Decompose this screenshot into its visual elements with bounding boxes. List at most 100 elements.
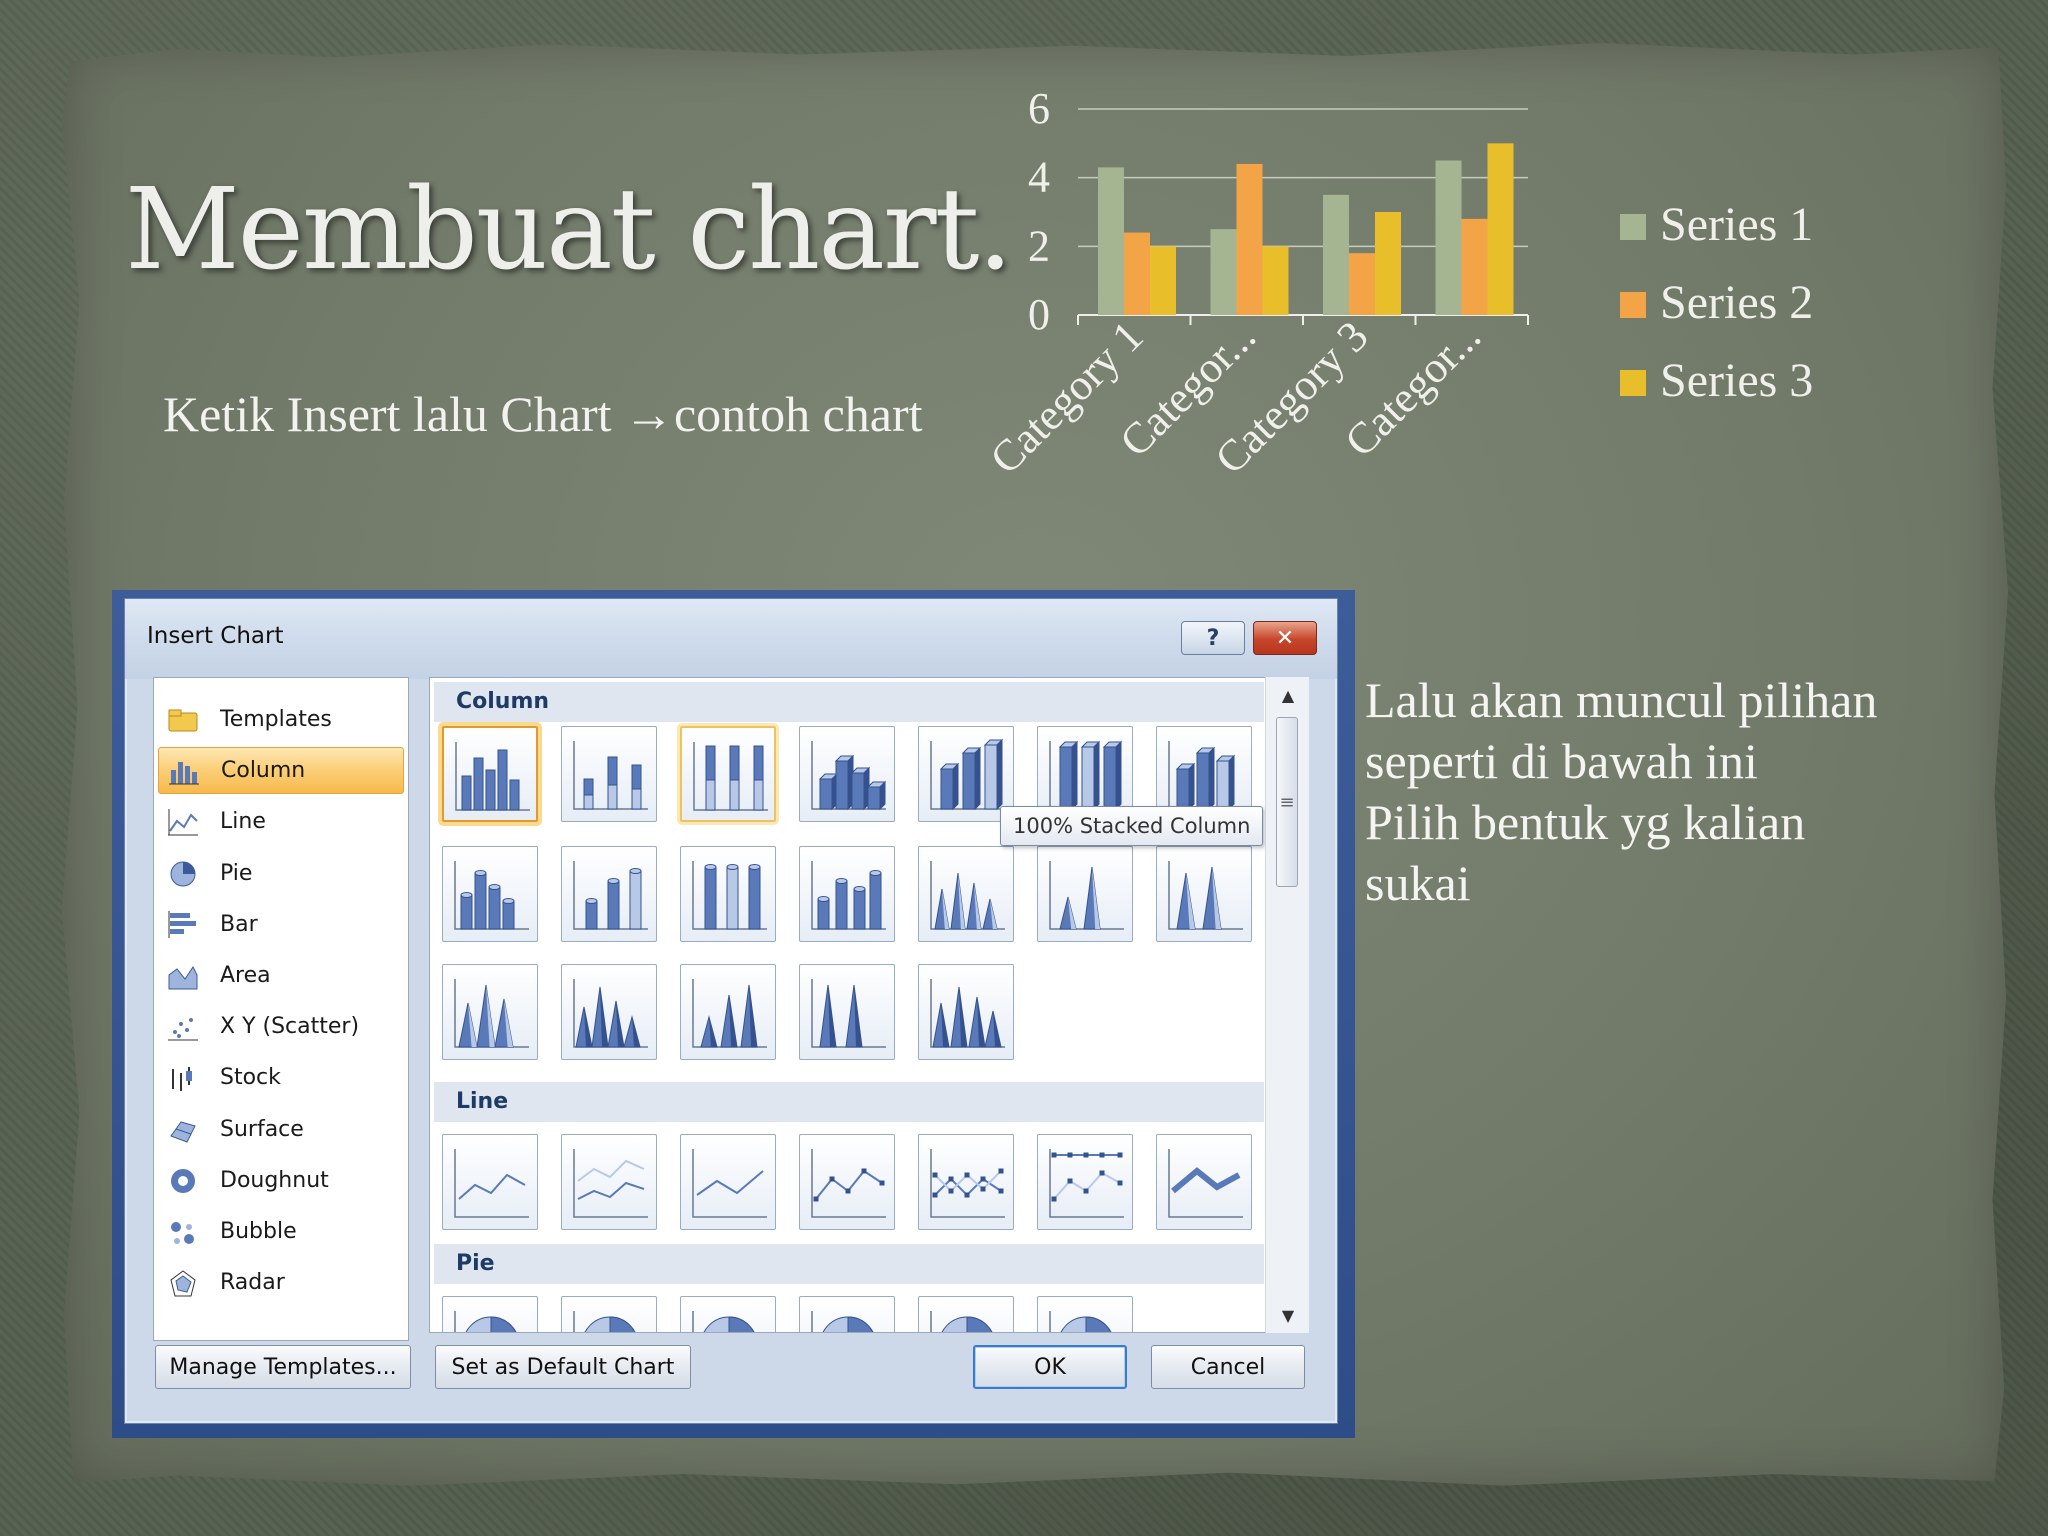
chart-type-label: Bar [220, 911, 258, 937]
chart-type-doughnut[interactable]: Doughnut [158, 1157, 404, 1204]
pie-thumb-5[interactable] [918, 1296, 1014, 1332]
bar-series-3 [1375, 212, 1401, 315]
y-tick-label: 4 [1028, 153, 1050, 202]
line-markers-thumb[interactable] [799, 1134, 895, 1230]
pie-thumb-1-icon [454, 1311, 517, 1332]
pie-thumb-3-icon [692, 1311, 755, 1332]
chart-type-label: Line [220, 809, 266, 835]
pie-thumb-6[interactable] [1037, 1296, 1133, 1332]
folder-icon [166, 705, 200, 735]
pie-thumb-4[interactable] [799, 1296, 895, 1332]
y-tick-label: 6 [1028, 84, 1050, 133]
instruction-line: seperti di bawah ini [1365, 733, 1758, 789]
pie-thumb-4-icon [811, 1311, 874, 1332]
stacked-line-thumb-icon [573, 1149, 648, 1218]
clustered-pyramid-thumb-icon [573, 979, 648, 1048]
ok-button[interactable]: OK [973, 1345, 1127, 1389]
chart-type-surface[interactable]: Surface [158, 1106, 404, 1153]
bar-chart-icon [166, 909, 200, 939]
bar-series-1 [1098, 167, 1124, 315]
pie-thumb-2-icon [573, 1311, 636, 1332]
3d-line-thumb[interactable] [1156, 1134, 1252, 1230]
stacked-line-markers-thumb[interactable] [918, 1134, 1014, 1230]
3d-cone-thumb[interactable] [442, 964, 538, 1060]
100-stacked-cone-thumb[interactable] [1156, 846, 1252, 942]
chart-type-column[interactable]: Column [158, 747, 404, 795]
clustered-cone-thumb[interactable] [918, 846, 1014, 942]
pie-thumb-5-icon [930, 1311, 993, 1332]
stacked-line-thumb[interactable] [561, 1134, 657, 1230]
chart-type-line[interactable]: Line [158, 798, 404, 845]
x-tick-label: Category 1 [981, 311, 1153, 483]
3d-cylinder-thumb[interactable] [799, 846, 895, 942]
3d-line-thumb-icon [1168, 1149, 1243, 1218]
clustered-pyramid-thumb[interactable] [561, 964, 657, 1060]
chart-type-x-y-scatter[interactable]: X Y (Scatter) [158, 1003, 404, 1050]
gallery-scrollbar[interactable]: ▲ ≡ ▼ [1265, 677, 1309, 1333]
stacked-pyramid-thumb[interactable] [680, 964, 776, 1060]
3d-pyramid-thumb-icon [930, 979, 1005, 1048]
stacked-cylinder-thumb-icon [573, 861, 648, 930]
legend-swatch [1620, 292, 1646, 318]
scatter-chart-icon [166, 1012, 200, 1042]
chart-type-label: Surface [220, 1116, 304, 1142]
chart-type-list: Templates Column Line Pie Bar Area X Y (Scatte… [153, 677, 409, 1341]
bar-series-2 [1349, 253, 1375, 315]
chart-type-label: Column [221, 758, 306, 784]
bar-series-2 [1461, 218, 1488, 315]
clustered-cylinder-thumb[interactable] [442, 846, 538, 942]
100-stacked-line-markers-thumb[interactable] [1037, 1134, 1133, 1230]
bar-series-3 [1150, 246, 1176, 315]
help-button[interactable]: ? [1181, 621, 1245, 655]
radar-chart-icon [166, 1268, 200, 1298]
clustered-cylinder-thumb-icon [454, 861, 529, 930]
y-tick-label: 2 [1028, 221, 1050, 270]
bar-series-2 [1124, 232, 1150, 315]
100-stacked-column-thumb[interactable] [680, 726, 776, 822]
chart-type-radar[interactable]: Radar [158, 1259, 404, 1306]
bubble-chart-icon [166, 1217, 200, 1247]
cancel-button[interactable]: Cancel [1151, 1345, 1305, 1389]
chart-type-label: Radar [220, 1270, 285, 1296]
chart-type-label: Area [220, 963, 271, 988]
pie-thumb-3[interactable] [680, 1296, 776, 1332]
chart-type-area[interactable]: Area [158, 952, 404, 999]
clustered-column-thumb[interactable] [442, 726, 538, 822]
3d-clustered-column-thumb-icon [811, 741, 887, 811]
chart-type-stock[interactable]: Stock [158, 1054, 404, 1101]
stacked-line-markers-thumb-icon [930, 1149, 1005, 1218]
line-thumb[interactable] [442, 1134, 538, 1230]
scroll-up-arrow-icon[interactable]: ▲ [1266, 679, 1310, 711]
legend-label: Series 1 [1660, 198, 1813, 251]
3d-pyramid-thumb[interactable] [918, 964, 1014, 1060]
close-button[interactable]: ✕ [1253, 621, 1317, 655]
chart-type-pie[interactable]: Pie [158, 850, 404, 897]
chart-type-bar[interactable]: Bar [158, 901, 404, 948]
pie-thumb-1[interactable] [442, 1296, 538, 1332]
stacked-cone-thumb[interactable] [1037, 846, 1133, 942]
pie-thumb-2[interactable] [561, 1296, 657, 1332]
dialog-titlebar: Insert Chart ? ✕ [125, 599, 1337, 679]
slide-subtitle: Ketik Insert lalu Chart →contoh chart [163, 386, 923, 442]
scroll-down-arrow-icon[interactable]: ▼ [1266, 1299, 1310, 1331]
chart-type-bubble[interactable]: Bubble [158, 1208, 404, 1255]
chart-type-label: Stock [220, 1065, 281, 1091]
stacked-column-thumb[interactable] [561, 726, 657, 822]
100-stacked-line-thumb[interactable] [680, 1134, 776, 1230]
stacked-cone-thumb-icon [1049, 861, 1124, 930]
bar-series-3 [1262, 246, 1289, 315]
set-default-chart-button[interactable]: Set as Default Chart [435, 1345, 691, 1389]
100-stacked-pyramid-thumb[interactable] [799, 964, 895, 1060]
section-header-column: Column [434, 682, 1264, 722]
section-header-pie: Pie [434, 1244, 1264, 1284]
chart-type-templates[interactable]: Templates [158, 696, 404, 743]
100-stacked-column-thumb-icon [693, 742, 768, 811]
scroll-thumb[interactable]: ≡ [1276, 717, 1298, 887]
y-tick-label: 0 [1028, 290, 1050, 339]
clustered-cone-thumb-icon [930, 861, 1005, 930]
stacked-cylinder-thumb[interactable] [561, 846, 657, 942]
3d-clustered-column-thumb[interactable] [799, 726, 895, 822]
manage-templates-button[interactable]: Manage Templates... [155, 1345, 411, 1389]
100-stacked-cylinder-thumb[interactable] [680, 846, 776, 942]
pie-chart-icon [166, 858, 200, 888]
